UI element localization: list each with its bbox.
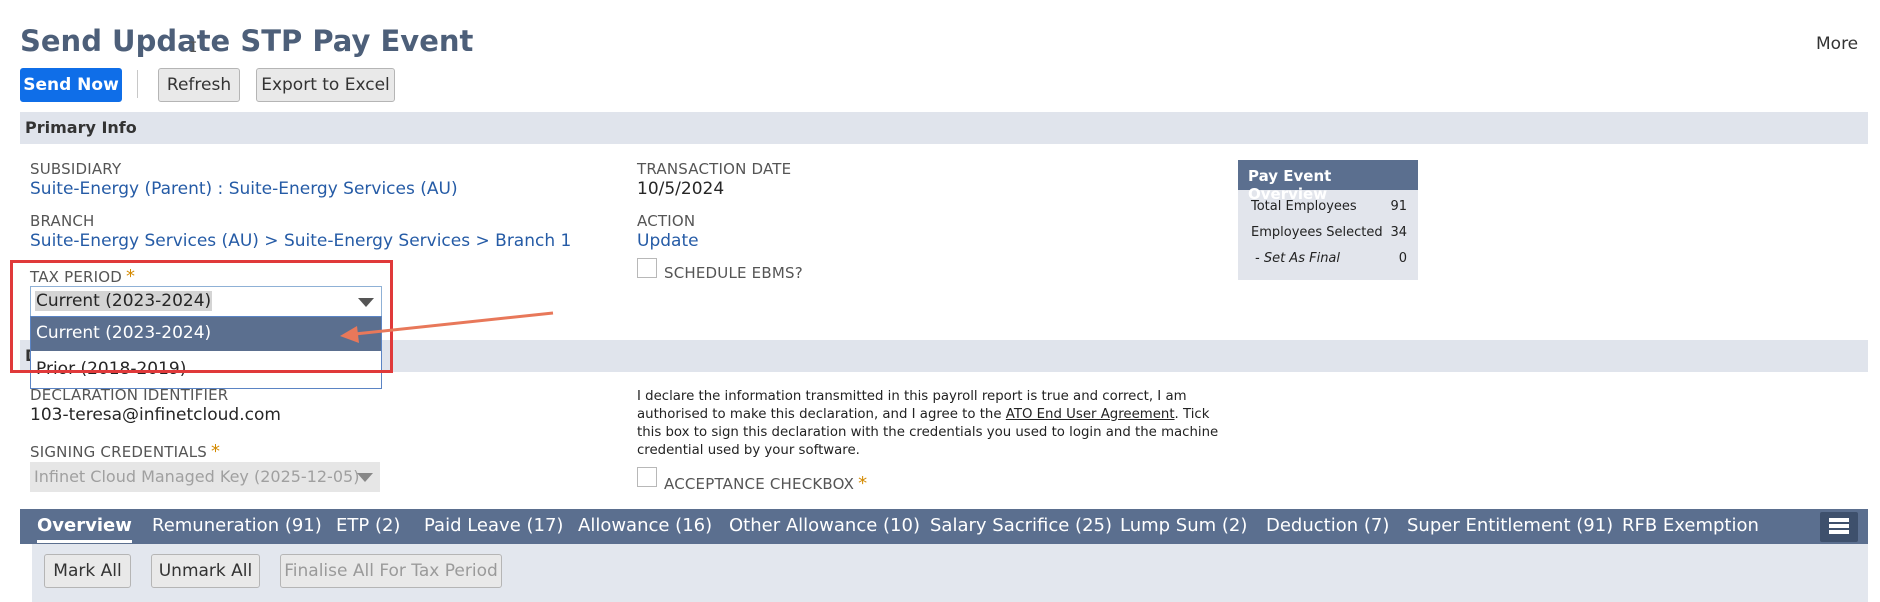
annotation-arrow-icon bbox=[340, 311, 554, 343]
